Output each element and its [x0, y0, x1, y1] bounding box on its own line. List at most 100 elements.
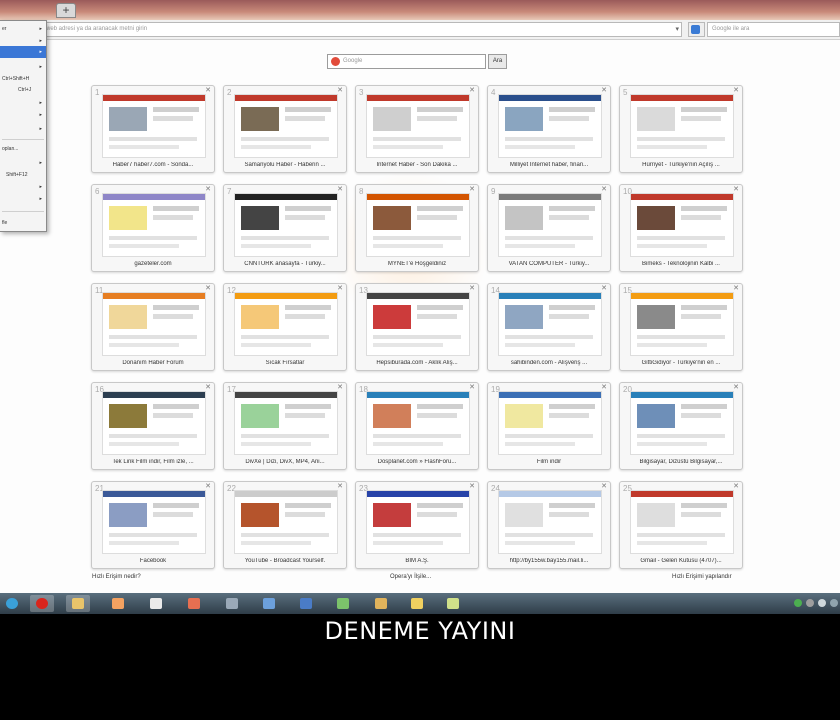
speed-dial-tile[interactable]: 22 ✕ YouTube - Broadcast Yourself. — [223, 481, 347, 569]
search-button[interactable]: Ara — [488, 54, 507, 69]
speed-dial-tile[interactable]: 9 ✕ VATAN COMPUTER - Türkiy... — [487, 184, 611, 272]
close-icon[interactable]: ✕ — [205, 482, 211, 490]
close-icon[interactable]: ✕ — [733, 86, 739, 94]
menu-item[interactable]: ▸ — [0, 123, 46, 135]
taskbar-button[interactable] — [257, 595, 281, 612]
close-icon[interactable]: ✕ — [205, 185, 211, 193]
taskbar-button[interactable] — [441, 595, 465, 612]
speed-dial-tile[interactable]: 11 ✕ Donanım Haber Forum — [91, 283, 215, 371]
opera-link[interactable]: Opera'yı İlşile... — [390, 574, 431, 580]
tile-thumbnail — [102, 490, 206, 554]
taskbar-button[interactable] — [220, 595, 244, 612]
close-icon[interactable]: ✕ — [469, 482, 475, 490]
speed-dial-tile[interactable]: 6 ✕ gazeteler.com — [91, 184, 215, 272]
taskbar-button[interactable] — [182, 595, 206, 612]
close-icon[interactable]: ✕ — [733, 185, 739, 193]
close-icon[interactable]: ✕ — [205, 284, 211, 292]
close-icon[interactable]: ✕ — [469, 383, 475, 391]
taskbar-button[interactable] — [331, 595, 355, 612]
speed-dial-tile[interactable]: 23 ✕ BİM A.Ş. — [355, 481, 479, 569]
app-icon — [447, 598, 459, 609]
speed-dial-tile[interactable]: 25 ✕ Gmail - Gelen Kutusu (4707)... — [619, 481, 743, 569]
speed-dial-tile[interactable]: 17 ✕ DivXe | Dizi, DivX, MP4, Ani... — [223, 382, 347, 470]
close-icon[interactable]: ✕ — [469, 284, 475, 292]
taskbar-button[interactable] — [294, 595, 318, 612]
speed-dial-tile[interactable]: 10 ✕ Bimeks - Teknolojinin Kalbi ... — [619, 184, 743, 272]
close-icon[interactable]: ✕ — [733, 284, 739, 292]
search-field[interactable]: Google ile ara — [707, 22, 840, 37]
speed-dial-tile[interactable]: 12 ✕ Sıcak Fırsatlar — [223, 283, 347, 371]
menu-item[interactable]: ▸ — [0, 109, 46, 121]
taskbar-button[interactable] — [30, 595, 54, 612]
speed-dial-tile[interactable]: 5 ✕ Hürriyet - Türkiye'nin Açılış ... — [619, 85, 743, 173]
tile-thumbnail — [102, 94, 206, 158]
close-icon[interactable]: ✕ — [337, 185, 343, 193]
tile-label: gazeteler.com — [134, 261, 172, 267]
taskbar-button[interactable] — [106, 595, 130, 612]
tile-label: BİM A.Ş. — [405, 558, 429, 564]
menu-item[interactable]: er ▸ — [0, 23, 46, 35]
close-icon[interactable]: ✕ — [337, 482, 343, 490]
close-icon[interactable]: ✕ — [601, 482, 607, 490]
speed-dial-tile[interactable]: 1 ✕ Haber7 haber7.com - Sonda... — [91, 85, 215, 173]
tray-icon[interactable] — [806, 599, 814, 607]
menu-item[interactable]: ▸ — [0, 193, 46, 205]
speed-dial-tile[interactable]: 16 ✕ Tek Link Film indir, Film izle, ... — [91, 382, 215, 470]
speed-dial-tile[interactable]: 18 ✕ Dosplanet.com » FlashForu... — [355, 382, 479, 470]
speed-dial-search-input[interactable]: Google — [327, 54, 486, 69]
speed-dial-tile[interactable]: 13 ✕ Hepsiburada.com - Aklık Alış... — [355, 283, 479, 371]
menu-item[interactable]: ▸ — [0, 97, 46, 109]
taskbar-button[interactable] — [0, 595, 24, 612]
close-icon[interactable]: ✕ — [205, 383, 211, 391]
close-icon[interactable]: ✕ — [337, 383, 343, 391]
close-icon[interactable]: ✕ — [337, 284, 343, 292]
speed-dial-tile[interactable]: 14 ✕ sahibinden.com - Alışveriş ... — [487, 283, 611, 371]
menu-item[interactable]: Ctrl+J — [0, 84, 46, 96]
speed-dial-help-link[interactable]: Hızlı Erişim nedir? — [92, 574, 141, 580]
close-icon[interactable]: ✕ — [601, 185, 607, 193]
close-icon[interactable]: ✕ — [469, 185, 475, 193]
address-dropdown-icon[interactable]: ▾ — [675, 25, 679, 34]
speed-dial-tile[interactable]: 2 ✕ Samanyolu Haber - Haberin ... — [223, 85, 347, 173]
close-icon[interactable]: ✕ — [601, 86, 607, 94]
tile-thumbnail — [498, 490, 602, 554]
close-icon[interactable]: ✕ — [469, 86, 475, 94]
media-player-icon — [112, 598, 124, 609]
taskbar-button[interactable] — [66, 595, 90, 612]
close-icon[interactable]: ✕ — [601, 284, 607, 292]
tray-icon[interactable] — [794, 599, 802, 607]
menu-item[interactable]: fle — [0, 217, 46, 229]
menu-separator — [2, 211, 44, 212]
menu-item[interactable]: ▸ — [0, 157, 46, 169]
menu-item[interactable]: ▸ — [0, 61, 46, 73]
menu-item[interactable]: Shift+F12 — [0, 169, 46, 181]
new-tab-button[interactable]: + — [56, 3, 76, 18]
system-tray[interactable] — [792, 596, 840, 611]
tray-icon[interactable] — [818, 599, 826, 607]
tile-label: Dosplanet.com » FlashForu... — [377, 459, 457, 465]
close-icon[interactable]: ✕ — [733, 482, 739, 490]
speed-dial-tile[interactable]: 8 ✕ MYNET'e Hoşgeldiniz — [355, 184, 479, 272]
speed-dial-tile[interactable]: 15 ✕ GittiGidiyor - Türkiye'nin en ... — [619, 283, 743, 371]
taskbar-button[interactable] — [144, 595, 168, 612]
speed-dial-tile[interactable]: 20 ✕ Bilgisayar, Dizüstü Bilgisayar,... — [619, 382, 743, 470]
taskbar-button[interactable] — [369, 595, 393, 612]
speed-dial-tile[interactable]: 19 ✕ Film indir — [487, 382, 611, 470]
configure-speed-dial-link[interactable]: Hızlı Erişimi yapılandır — [672, 574, 732, 580]
close-icon[interactable]: ✕ — [205, 86, 211, 94]
close-icon[interactable]: ✕ — [601, 383, 607, 391]
speed-dial-tile[interactable]: 7 ✕ CNNTÜRK anasayfa - Türkiy... — [223, 184, 347, 272]
search-engine-selector[interactable] — [688, 22, 705, 37]
close-icon[interactable]: ✕ — [733, 383, 739, 391]
speed-dial-tile[interactable]: 3 ✕ İnternet Haber - Son Dakika ... — [355, 85, 479, 173]
taskbar-button[interactable] — [405, 595, 429, 612]
menu-item[interactable]: oplan... — [0, 143, 46, 155]
close-icon[interactable]: ✕ — [337, 86, 343, 94]
speed-dial-tile[interactable]: 4 ✕ Milliyet İnternet haber, finan... — [487, 85, 611, 173]
menu-item[interactable]: ▸ — [0, 181, 46, 193]
speed-dial-tile[interactable]: 21 ✕ Facebook — [91, 481, 215, 569]
address-bar[interactable]: Bir web adresi ya da aranacak metni giri… — [32, 22, 682, 37]
menu-item-selected[interactable]: ▸ — [0, 46, 46, 58]
speed-dial-tile[interactable]: 24 ✕ http://by155w.bay155.mail.li... — [487, 481, 611, 569]
tray-icon[interactable] — [830, 599, 838, 607]
